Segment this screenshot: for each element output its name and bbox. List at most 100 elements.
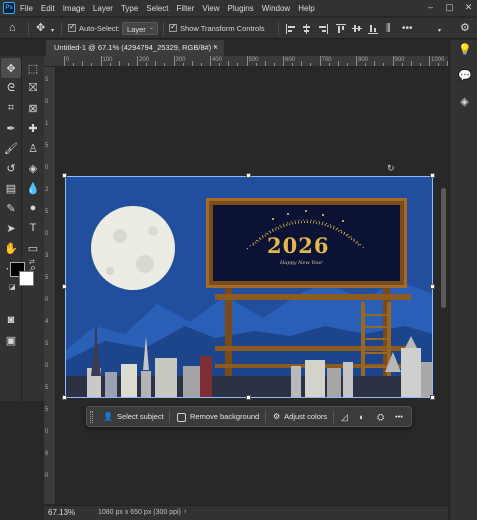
document-canvas[interactable]: 2026 Happy New Year [65,176,433,398]
transform-handle-bottom-left[interactable] [62,395,67,400]
tab-title: Untitled-1 @ 67.1% (4294794_25329, RGB/8… [54,43,217,52]
align-right-icon[interactable] [318,24,328,34]
lasso-tool-icon[interactable]: ᘓ [1,78,21,98]
zoom-level-field[interactable]: 67.13% [48,508,75,517]
frame-tool-icon[interactable]: ⊠ [23,98,43,118]
adjustment-layer-icon[interactable]: ⛭ [373,410,388,424]
menu-file[interactable]: File [20,4,33,13]
transform-handle-top-right[interactable] [430,173,435,178]
ruler-minor-tick [264,61,266,66]
vertical-ruler-label: 0 [45,473,49,479]
healing-brush-tool-icon[interactable]: ✚ [23,118,43,138]
auto-select-dropdown[interactable]: Layer ⌄ [122,22,158,35]
menu-image[interactable]: Image [63,4,85,13]
close-window-icon[interactable]: ✕ [464,2,473,13]
more-options-button[interactable]: ••• [391,410,407,424]
default-colors-icon[interactable]: ◪ [9,283,16,291]
year-text: 2026 [267,233,330,258]
rectangle-tool-icon[interactable]: ▭ [23,238,43,258]
minimize-icon[interactable]: – [426,2,435,13]
menu-window[interactable]: Window [262,4,290,13]
home-icon[interactable]: ⌂ [9,22,16,35]
layers-icon[interactable]: ◈ [458,96,471,109]
chevron-down-icon: ⌄ [148,25,154,31]
auto-select-checkbox[interactable] [68,22,76,32]
drag-handle[interactable] [90,411,93,423]
ruler-label: 400 [212,57,223,63]
eyedropper-tool-icon[interactable]: ✒ [1,118,21,138]
comments-icon[interactable]: 💬 [458,70,472,83]
screen-mode-icon[interactable]: ▣ [1,330,21,350]
transform-handle-bottom-right[interactable] [430,395,435,400]
close-tab-icon[interactable]: × [213,40,218,56]
chevron-right-icon[interactable]: › [184,508,186,515]
show-transform-label: Show Transform Controls [180,24,265,33]
menu-type[interactable]: Type [121,4,138,13]
photoshop-logo-icon[interactable]: Ps [3,2,15,14]
greeting-text: Happy New Year [280,260,323,266]
clone-stamp-tool-icon[interactable]: ♙ [23,138,43,158]
mask-icon[interactable]: ◐ [355,410,368,424]
chevron-down-icon[interactable]: ▾ [51,25,54,38]
transform-icon[interactable]: ◿ [337,410,352,424]
hand-tool-icon[interactable]: ✋ [1,238,21,258]
eraser-tool-icon[interactable]: ◈ [23,158,43,178]
transform-handle-right[interactable] [430,284,435,289]
divider [28,22,29,36]
show-transform-checkbox[interactable] [169,22,177,32]
more-options-icon[interactable]: ••• [402,22,413,35]
align-top-icon[interactable] [336,24,346,34]
transform-handle-top-left[interactable] [62,173,67,178]
divider [163,22,164,36]
vertical-ruler-label: 5 [45,341,49,347]
menu-view[interactable]: View [202,4,219,13]
transform-handle-left[interactable] [62,284,67,289]
pen-tool-icon[interactable]: ✎ [1,198,21,218]
ruler-minor-tick [164,63,166,66]
blur-tool-icon[interactable]: 💧 [23,178,43,198]
chevron-down-icon[interactable]: ▾ [438,25,441,38]
tab-untitled-1[interactable]: Untitled-1 @ 67.1% (4294794_25329, RGB/8… [46,40,224,56]
align-horizontal-center-icon[interactable] [302,24,312,34]
background-color-swatch[interactable] [19,271,34,286]
menu-plugins[interactable]: Plugins [228,4,254,13]
vertical-ruler-label: 0 [45,429,49,435]
ruler-minor-tick [365,63,367,66]
brush-tool-icon[interactable]: 🖌 [1,138,21,158]
ruler-minor-tick [438,63,440,66]
ruler-minor-tick [374,61,376,66]
menu-layer[interactable]: Layer [93,4,113,13]
transform-handle-bottom[interactable] [246,395,251,400]
align-left-icon[interactable] [286,24,296,34]
learn-icon[interactable]: 💡 [458,44,472,57]
ruler-major-tick [429,56,430,66]
menu-select[interactable]: Select [146,4,168,13]
menu-help[interactable]: Help [298,4,314,13]
dodge-tool-icon[interactable]: ● [23,198,43,218]
menu-filter[interactable]: Filter [177,4,195,13]
quick-mask-icon[interactable]: ◙ [1,310,21,330]
distribute-icon[interactable]: ⫼ [386,22,391,35]
menu-edit[interactable]: Edit [41,4,55,13]
select-subject-button[interactable]: 👤 Select subject [99,410,168,424]
object-selection-tool-icon[interactable]: ⛝ [23,78,43,98]
type-tool-icon[interactable]: T [23,218,43,238]
align-bottom-icon[interactable] [368,24,378,34]
document-tabs: Untitled-1 @ 67.1% (4294794_25329, RGB/8… [44,40,448,56]
adjust-colors-button[interactable]: ⚙ Adjust colors [269,410,331,424]
align-vertical-center-icon[interactable] [352,24,362,34]
settings-gear-icon[interactable]: ⚙ [460,22,470,35]
gradient-tool-icon[interactable]: ▤ [1,178,21,198]
move-tool-icon[interactable]: ✥ [1,58,21,78]
remove-background-button[interactable]: Remove background [173,410,263,424]
marquee-tool-icon[interactable]: ⬚ [23,58,43,78]
move-tool-preset-icon[interactable]: ✥ [36,22,45,35]
swap-colors-icon[interactable]: ⇄ [29,258,35,266]
maximize-icon[interactable]: ▢ [445,2,454,13]
vertical-scrollbar[interactable] [441,188,446,308]
ruler-major-tick [392,56,394,66]
transform-handle-top[interactable] [246,173,251,178]
crop-tool-icon[interactable]: ⌗ [1,98,21,118]
history-brush-tool-icon[interactable]: ↺ [1,158,21,178]
path-selection-tool-icon[interactable]: ➤ [1,218,21,238]
